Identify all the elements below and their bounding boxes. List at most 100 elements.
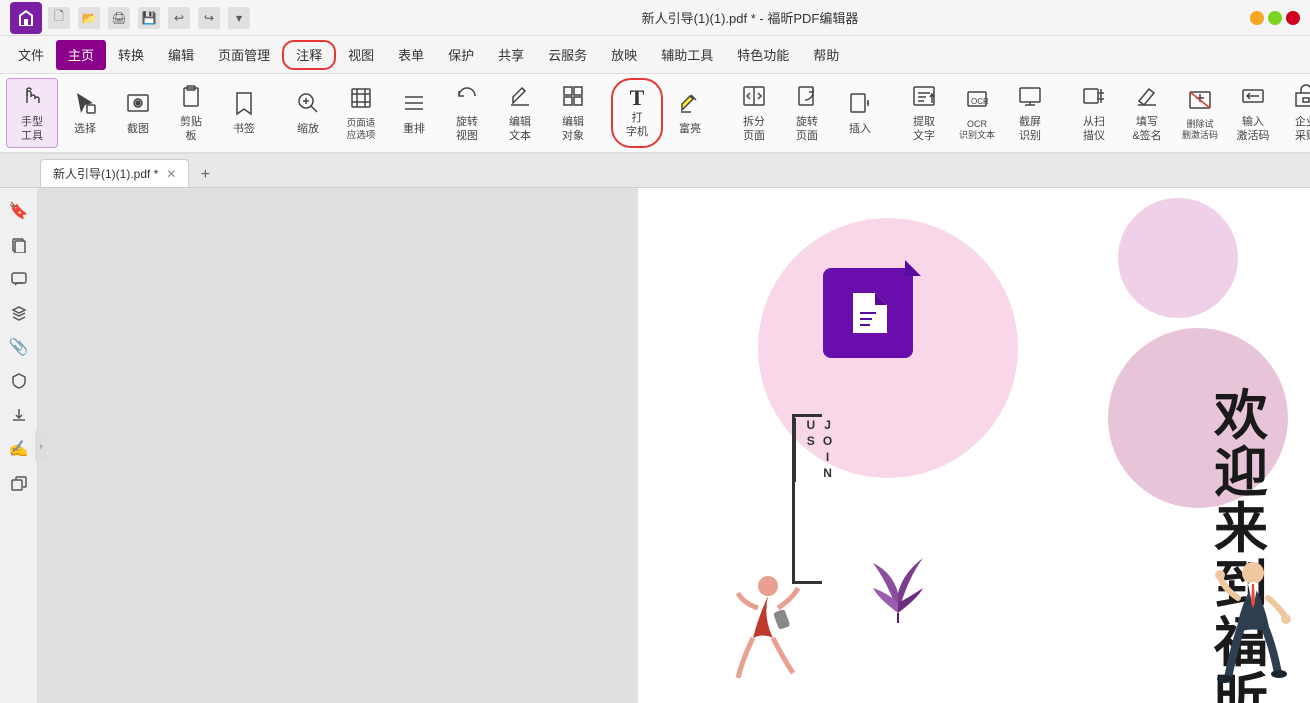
clipboard-label: 剪贴板: [180, 116, 202, 142]
ocr-icon: OCR: [964, 86, 990, 116]
edit-text-button[interactable]: 编辑文本: [494, 78, 546, 148]
minimize-button[interactable]: [1250, 11, 1264, 25]
split-button[interactable]: 拆分页面: [728, 78, 780, 148]
zoom-button[interactable]: 缩放: [282, 78, 334, 148]
menu-file[interactable]: 文件: [6, 40, 56, 70]
menu-annotation[interactable]: 注释: [282, 40, 336, 70]
app-logo: [10, 2, 42, 34]
menu-protect[interactable]: 保护: [436, 40, 486, 70]
screen-capture-label: 截屏识别: [1019, 116, 1041, 142]
input-code-button[interactable]: 输入激活码: [1227, 78, 1279, 148]
menu-help[interactable]: 帮助: [801, 40, 851, 70]
menu-special[interactable]: 特色功能: [725, 40, 801, 70]
select-button[interactable]: 选择: [59, 78, 111, 148]
screen-capture-icon: [1017, 83, 1043, 113]
menu-tools[interactable]: 辅助工具: [649, 40, 725, 70]
tab-close-button[interactable]: ✕: [166, 167, 176, 181]
input-code-label: 输入激活码: [1237, 116, 1270, 142]
rotate-view-button[interactable]: 旋转视图: [441, 78, 493, 148]
delete-trial-button[interactable]: 删除试删激活码: [1174, 78, 1226, 148]
undo-icon[interactable]: ↩: [168, 7, 190, 29]
reorder-icon: [401, 90, 427, 120]
menu-cloud[interactable]: 云服务: [536, 40, 599, 70]
split-label: 拆分页面: [743, 116, 765, 142]
pdf-viewer: JOINUS 欢迎来到福昕: [638, 188, 1310, 703]
menu-edit[interactable]: 编辑: [156, 40, 206, 70]
maximize-button[interactable]: [1268, 11, 1282, 25]
edit-object-button[interactable]: 编辑对象: [547, 78, 599, 148]
text-extract-group: 提取文字 OCR OCR识别文本 截屏识别: [898, 78, 1056, 148]
new-icon[interactable]: 🗋: [48, 7, 70, 29]
add-tab-button[interactable]: +: [193, 163, 217, 187]
close-button[interactable]: [1286, 11, 1300, 25]
fillsign-button[interactable]: 填写&签名: [1121, 78, 1173, 148]
enterprise-icon: [1293, 83, 1310, 113]
scan-button[interactable]: 从扫描仪: [1068, 78, 1120, 148]
ocr-button[interactable]: OCR OCR识别文本: [951, 78, 1003, 148]
enterprise-button[interactable]: 企业采购: [1280, 78, 1310, 148]
delete-trial-label: 删除试删激活码: [1182, 119, 1218, 141]
screenshot-button[interactable]: 截图: [112, 78, 164, 148]
menu-convert[interactable]: 转换: [106, 40, 156, 70]
insert-button[interactable]: 插入: [834, 78, 886, 148]
edit-object-icon: [560, 83, 586, 113]
edit-text-label: 编辑文本: [509, 116, 531, 142]
figure-left: [728, 568, 808, 688]
sidebar-copy[interactable]: [4, 468, 34, 498]
typewriter-button[interactable]: T 打字机: [611, 78, 663, 148]
window-controls: [1250, 11, 1300, 25]
page-tools-group: 缩放 页面适应选项 重排: [282, 78, 599, 148]
sidebar-expand-button[interactable]: ›: [35, 431, 47, 461]
logo-icon: [16, 8, 36, 28]
fillsign-label: 填写&签名: [1132, 116, 1161, 142]
fit-page-icon: [348, 85, 374, 115]
print-icon[interactable]: 🖨: [108, 7, 130, 29]
rotate-page-icon: [794, 83, 820, 113]
zoom-icon: [295, 90, 321, 120]
sidebar-attachments[interactable]: 📎: [4, 332, 34, 362]
hand-tool-button[interactable]: 手型工具: [6, 78, 58, 148]
menu-view[interactable]: 视图: [336, 40, 386, 70]
bookmark-button[interactable]: 书签: [218, 78, 270, 148]
foxit-logo-box: [823, 268, 913, 358]
clipboard-icon: [178, 83, 204, 113]
sidebar-security[interactable]: [4, 366, 34, 396]
rotate-page-button[interactable]: 旋转页面: [781, 78, 833, 148]
screenshot-label: 截图: [127, 123, 149, 136]
menu-pages[interactable]: 页面管理: [206, 40, 282, 70]
sidebar-layers[interactable]: [4, 298, 34, 328]
main-content: 🔖 📎: [0, 188, 1310, 703]
extract-text-button[interactable]: 提取文字: [898, 78, 950, 148]
save-icon[interactable]: 💾: [138, 7, 160, 29]
menu-bar: 文件 主页 转换 编辑 页面管理 注释 视图 表单 保护 共享 云服务 放映 辅…: [0, 36, 1310, 74]
sidebar-pages[interactable]: [4, 230, 34, 260]
window-title: 新人引导(1)(1).pdf * - 福昕PDF编辑器: [642, 8, 859, 27]
sidebar-bookmark[interactable]: 🔖: [4, 196, 34, 226]
circle-decoration-small: [1118, 198, 1238, 318]
menu-table[interactable]: 表单: [386, 40, 436, 70]
select-label: 选择: [74, 123, 96, 136]
type-tools-group: T 打字机 富亮: [611, 78, 716, 148]
hand-tool-label: 手型工具: [21, 116, 43, 142]
reorder-button[interactable]: 重排: [388, 78, 440, 148]
open-icon[interactable]: 📂: [78, 7, 100, 29]
foxit-logo-svg: [838, 283, 898, 343]
fit-page-button[interactable]: 页面适应选项: [335, 78, 387, 148]
edit-object-label: 编辑对象: [562, 116, 584, 142]
clipboard-button[interactable]: 剪贴板: [165, 78, 217, 148]
toolbar-quick-access: 🗋 📂 🖨 💾 ↩ ↪ ▾: [48, 7, 250, 29]
dropdown-icon[interactable]: ▾: [228, 7, 250, 29]
svg-text:OCR: OCR: [971, 97, 989, 106]
sidebar-sign[interactable]: ✍: [4, 434, 34, 464]
menu-home[interactable]: 主页: [56, 40, 106, 70]
sidebar-comments[interactable]: [4, 264, 34, 294]
menu-share[interactable]: 共享: [486, 40, 536, 70]
extract-text-icon: [911, 83, 937, 113]
highlight-button[interactable]: 富亮: [664, 78, 716, 148]
main-tab[interactable]: 新人引导(1)(1).pdf * ✕: [40, 159, 189, 187]
menu-play[interactable]: 放映: [599, 40, 649, 70]
sidebar-export[interactable]: [4, 400, 34, 430]
screen-capture-button[interactable]: 截屏识别: [1004, 78, 1056, 148]
redo-icon[interactable]: ↪: [198, 7, 220, 29]
select-icon: [72, 90, 98, 120]
